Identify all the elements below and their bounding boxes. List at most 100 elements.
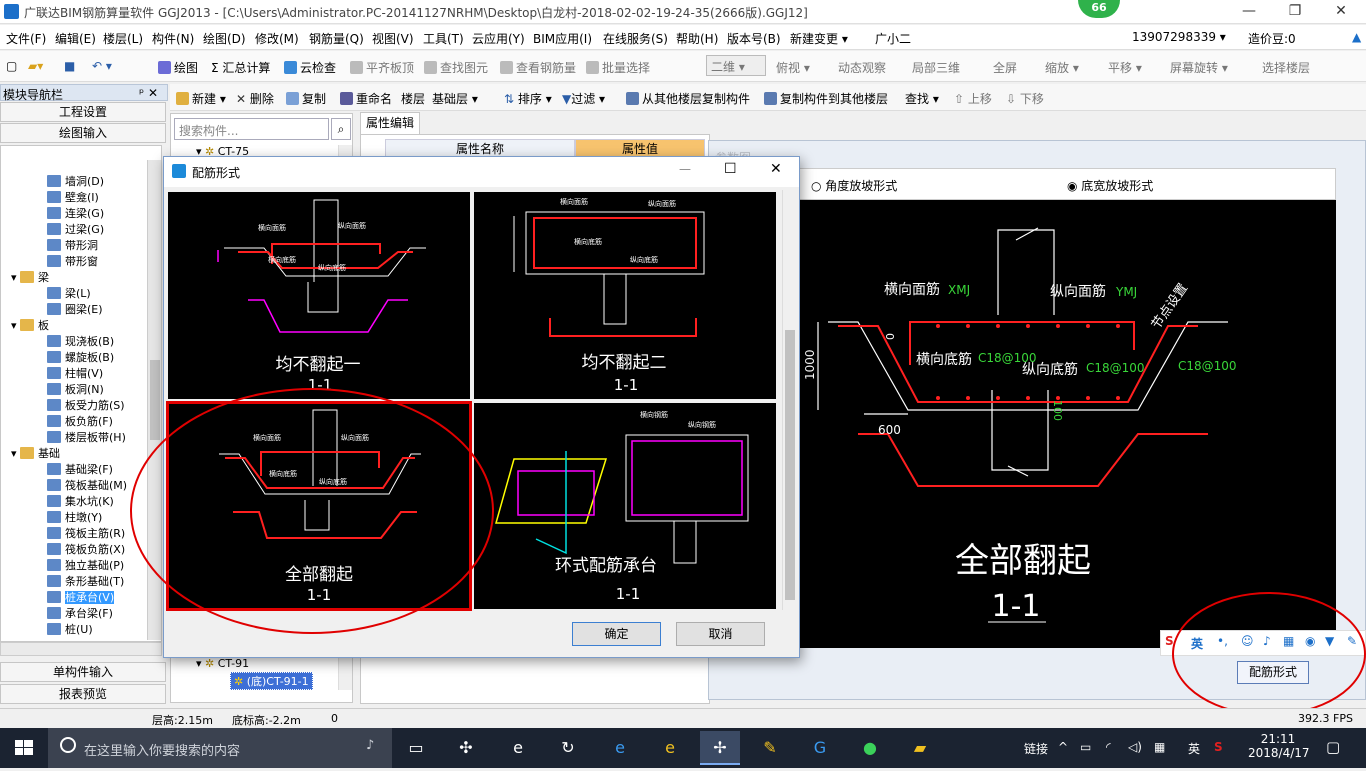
windows-start-icon[interactable]: [0, 728, 48, 768]
tree-item[interactable]: 现浇板(B): [1, 334, 148, 350]
tree-item[interactable]: 螺旋板(B): [1, 350, 148, 366]
menu-cloud[interactable]: 云应用(Y): [472, 30, 525, 47]
tree-item[interactable]: 基础梁(F): [1, 462, 148, 478]
fan-app-icon[interactable]: ✣: [446, 731, 486, 765]
tree-item[interactable]: 壁龛(I): [1, 190, 148, 206]
move-down-button[interactable]: ⇩ 下移: [1006, 90, 1044, 107]
dialog-maximize-button[interactable]: ☐: [724, 161, 737, 177]
tree-item[interactable]: 桩(U): [1, 622, 148, 638]
tree-item[interactable]: 带形洞: [1, 238, 148, 254]
tree-category[interactable]: ▾ 梁: [1, 270, 148, 286]
tray-clock[interactable]: 21:11 2018/4/17: [1248, 732, 1310, 760]
option-cell-4[interactable]: 横向钢筋 纵向钢筋 环式配筋承台 1-1: [472, 401, 778, 611]
fullscreen-button[interactable]: 全屏: [993, 59, 1017, 76]
dialog-scrollbar[interactable]: [782, 190, 797, 610]
mic-icon-taskbar[interactable]: ♪: [366, 738, 374, 753]
tree-item[interactable]: 筏板主筋(R): [1, 526, 148, 542]
open-file-icon[interactable]: ▰▾: [28, 59, 43, 73]
ggj-app-icon[interactable]: ✢: [700, 731, 740, 765]
flush-slab-top-button[interactable]: 平齐板顶: [350, 59, 414, 76]
rename-button[interactable]: 重命名: [340, 90, 392, 107]
zoom-button[interactable]: 缩放 ▾: [1045, 59, 1079, 76]
sort-button[interactable]: ⇅ 排序 ▾: [504, 90, 552, 107]
chevron-down-icon[interactable]: ▾: [11, 319, 20, 332]
tree-item[interactable]: 筏板基础(M): [1, 478, 148, 494]
tree-category[interactable]: ▾ 板: [1, 318, 148, 334]
drawing-input-button[interactable]: 绘图输入: [0, 123, 166, 143]
tree-item[interactable]: 圈梁(E): [1, 302, 148, 318]
menu-draw[interactable]: 绘图(D): [203, 30, 246, 47]
tab-property-edit[interactable]: 属性编辑: [360, 112, 420, 134]
nav-pin-close[interactable]: ᵖ ✕: [139, 86, 158, 100]
menu-bim[interactable]: BIM应用(I): [533, 30, 592, 47]
tree-item[interactable]: 柱墩(Y): [1, 510, 148, 526]
tree-item[interactable]: 板负筋(F): [1, 414, 148, 430]
local-3d-button[interactable]: 局部三维: [912, 59, 960, 76]
taskbar-search[interactable]: 在这里输入你要搜索的内容 ♪: [48, 728, 392, 768]
tree-item[interactable]: 楼层板带(H): [1, 430, 148, 446]
folder-icon[interactable]: ▰: [900, 731, 940, 765]
top-view-button[interactable]: 俯视 ▾: [776, 59, 810, 76]
find-element-button[interactable]: 查找图元: [424, 59, 488, 76]
copy-button[interactable]: 复制: [286, 90, 326, 107]
edge-icon[interactable]: e: [600, 731, 640, 765]
report-preview-button[interactable]: 报表预览: [0, 684, 166, 704]
search-icon[interactable]: ⌕: [331, 118, 351, 140]
option-cell-2[interactable]: 横向面筋 纵向面筋 横向底筋 纵向底筋 均不翻起二 1-1: [472, 190, 778, 401]
volume-icon[interactable]: ◁): [1128, 740, 1142, 754]
component-item-parent[interactable]: ▾ ✲ CT-91: [196, 657, 249, 670]
tree-item[interactable]: 集水坑(K): [1, 494, 148, 510]
move-up-button[interactable]: ⇧ 上移: [954, 90, 992, 107]
delete-button[interactable]: ✕ 删除: [236, 90, 274, 107]
minimize-button[interactable]: —: [1226, 0, 1272, 24]
select-floor-button[interactable]: 选择楼层: [1262, 59, 1310, 76]
tree-item[interactable]: 条形基础(T): [1, 574, 148, 590]
menu-tools[interactable]: 工具(T): [423, 30, 464, 47]
component-search-input[interactable]: 搜索构件...: [174, 118, 329, 140]
tree-item[interactable]: 梁(L): [1, 286, 148, 302]
pan-button[interactable]: 平移 ▾: [1108, 59, 1142, 76]
menu-version[interactable]: 版本号(B): [727, 30, 781, 47]
tree-item[interactable]: 带形窗: [1, 254, 148, 270]
radio-width-slope[interactable]: ◉ 底宽放坡形式: [1067, 177, 1153, 194]
touch-keyboard-icon[interactable]: ▦: [1154, 740, 1165, 754]
tree-item[interactable]: 连梁(G): [1, 206, 148, 222]
tree-hscrollbar[interactable]: [0, 642, 162, 656]
task-view-icon[interactable]: ▭: [396, 731, 436, 765]
copy-to-floor-button[interactable]: 复制构件到其他楼层: [764, 90, 888, 107]
green-app-icon[interactable]: ●: [850, 731, 890, 765]
glodon-app-icon[interactable]: G: [800, 731, 840, 765]
undo-icon[interactable]: ↶ ▾: [92, 59, 112, 73]
menu-new-change[interactable]: 新建变更 ▾: [790, 30, 848, 47]
single-component-input-button[interactable]: 单构件输入: [0, 662, 166, 682]
menu-online[interactable]: 在线服务(S): [603, 30, 668, 47]
radio-angle-slope[interactable]: ○ 角度放坡形式: [811, 177, 897, 194]
tree-item[interactable]: 桩承台(V): [1, 590, 148, 606]
menu-edit[interactable]: 编辑(E): [55, 30, 96, 47]
tree-item[interactable]: 板受力筋(S): [1, 398, 148, 414]
menu-view[interactable]: 视图(V): [372, 30, 414, 47]
new-file-icon[interactable]: ▢: [6, 59, 17, 73]
tree-item[interactable]: 过梁(G): [1, 222, 148, 238]
account-phone[interactable]: 13907298339 ▾: [1132, 30, 1226, 44]
find-button[interactable]: 查找 ▾: [905, 90, 939, 107]
tray-ime[interactable]: 英: [1188, 740, 1200, 757]
filter-button[interactable]: ▼过滤 ▾: [562, 90, 605, 107]
floor-select[interactable]: 基础层 ▾: [432, 90, 478, 107]
tray-link[interactable]: 链接: [1024, 740, 1048, 757]
menu-floor[interactable]: 楼层(L): [103, 30, 143, 47]
save-icon[interactable]: ■: [64, 59, 75, 73]
view-rebar-qty-button[interactable]: 查看钢筋量: [500, 59, 576, 76]
component-item-selected[interactable]: ✲ (底)CT-91-1: [230, 672, 313, 690]
tree-item[interactable]: 承台梁(F): [1, 606, 148, 622]
bell-icon[interactable]: ▲: [1352, 30, 1361, 44]
menu-help[interactable]: 帮助(H): [676, 30, 718, 47]
tray-expand-icon[interactable]: ^: [1058, 740, 1068, 754]
swirl-app-icon[interactable]: ↻: [548, 731, 588, 765]
tree-item[interactable]: 柱帽(V): [1, 366, 148, 382]
menu-file[interactable]: 文件(F): [6, 30, 46, 47]
menu-component[interactable]: 构件(N): [152, 30, 194, 47]
ie-icon[interactable]: e: [498, 731, 538, 765]
notes-app-icon[interactable]: ✎: [750, 731, 790, 765]
ok-button[interactable]: 确定: [572, 622, 661, 646]
